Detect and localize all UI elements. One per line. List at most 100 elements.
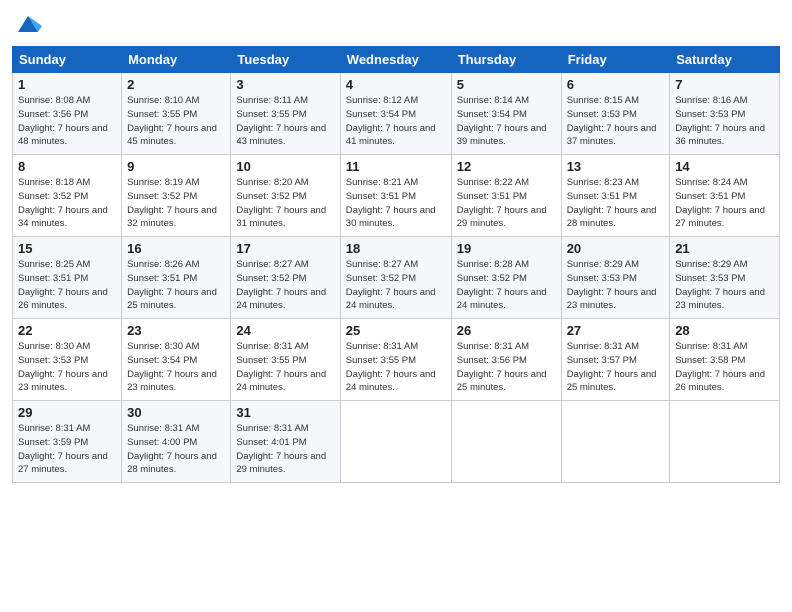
calendar-cell: 23 Sunrise: 8:30 AMSunset: 3:54 PMDayligh… <box>122 319 231 401</box>
day-number: 4 <box>346 77 446 92</box>
calendar-cell: 20 Sunrise: 8:29 AMSunset: 3:53 PMDayligh… <box>561 237 670 319</box>
calendar-cell: 12 Sunrise: 8:22 AMSunset: 3:51 PMDayligh… <box>451 155 561 237</box>
calendar-cell: 6 Sunrise: 8:15 AMSunset: 3:53 PMDaylight… <box>561 73 670 155</box>
day-number: 10 <box>236 159 334 174</box>
weekday-header-friday: Friday <box>561 47 670 73</box>
day-number: 17 <box>236 241 334 256</box>
day-info: Sunrise: 8:29 AMSunset: 3:53 PMDaylight:… <box>567 259 657 311</box>
day-number: 6 <box>567 77 665 92</box>
header <box>12 10 780 38</box>
calendar-cell <box>451 401 561 483</box>
calendar-cell: 28 Sunrise: 8:31 AMSunset: 3:58 PMDayligh… <box>670 319 780 401</box>
day-info: Sunrise: 8:31 AMSunset: 3:55 PMDaylight:… <box>346 341 436 393</box>
calendar-cell: 22Sunrise: 8:30 AMSunset: 3:53 PMDayligh… <box>13 319 122 401</box>
day-number: 20 <box>567 241 665 256</box>
day-number: 5 <box>457 77 556 92</box>
day-info: Sunrise: 8:28 AMSunset: 3:52 PMDaylight:… <box>457 259 547 311</box>
day-number: 30 <box>127 405 225 420</box>
day-number: 13 <box>567 159 665 174</box>
day-info: Sunrise: 8:31 AMSunset: 3:57 PMDaylight:… <box>567 341 657 393</box>
calendar-cell: 24 Sunrise: 8:31 AMSunset: 3:55 PMDayligh… <box>231 319 340 401</box>
calendar-cell <box>340 401 451 483</box>
day-info: Sunrise: 8:29 AMSunset: 3:53 PMDaylight:… <box>675 259 765 311</box>
calendar-cell: 27 Sunrise: 8:31 AMSunset: 3:57 PMDayligh… <box>561 319 670 401</box>
day-number: 19 <box>457 241 556 256</box>
day-info: Sunrise: 8:23 AMSunset: 3:51 PMDaylight:… <box>567 177 657 229</box>
calendar-cell: 8 Sunrise: 8:18 AMSunset: 3:52 PMDaylight… <box>13 155 122 237</box>
calendar-cell: 4 Sunrise: 8:12 AMSunset: 3:54 PMDaylight… <box>340 73 451 155</box>
day-number: 29 <box>18 405 116 420</box>
calendar-cell: 17 Sunrise: 8:27 AMSunset: 3:52 PMDayligh… <box>231 237 340 319</box>
day-info: Sunrise: 8:31 AMSunset: 3:58 PMDaylight:… <box>675 341 765 393</box>
weekday-header-thursday: Thursday <box>451 47 561 73</box>
calendar-cell: 5 Sunrise: 8:14 AMSunset: 3:54 PMDaylight… <box>451 73 561 155</box>
logo <box>12 10 42 38</box>
day-info: Sunrise: 8:31 AMSunset: 4:00 PMDaylight:… <box>127 423 217 475</box>
calendar-cell <box>670 401 780 483</box>
calendar-page: SundayMondayTuesdayWednesdayThursdayFrid… <box>0 0 792 612</box>
calendar-cell: 11 Sunrise: 8:21 AMSunset: 3:51 PMDayligh… <box>340 155 451 237</box>
day-info: Sunrise: 8:27 AMSunset: 3:52 PMDaylight:… <box>346 259 436 311</box>
day-info: Sunrise: 8:12 AMSunset: 3:54 PMDaylight:… <box>346 95 436 147</box>
weekday-header-saturday: Saturday <box>670 47 780 73</box>
day-info: Sunrise: 8:22 AMSunset: 3:51 PMDaylight:… <box>457 177 547 229</box>
day-number: 8 <box>18 159 116 174</box>
calendar-cell: 18 Sunrise: 8:27 AMSunset: 3:52 PMDayligh… <box>340 237 451 319</box>
day-info: Sunrise: 8:30 AMSunset: 3:53 PMDaylight:… <box>18 341 108 393</box>
day-info: Sunrise: 8:30 AMSunset: 3:54 PMDaylight:… <box>127 341 217 393</box>
day-info: Sunrise: 8:10 AMSunset: 3:55 PMDaylight:… <box>127 95 217 147</box>
calendar-cell: 29 Sunrise: 8:31 AMSunset: 3:59 PMDayligh… <box>13 401 122 483</box>
day-info: Sunrise: 8:14 AMSunset: 3:54 PMDaylight:… <box>457 95 547 147</box>
calendar-cell: 14 Sunrise: 8:24 AMSunset: 3:51 PMDayligh… <box>670 155 780 237</box>
logo-icon <box>14 10 42 38</box>
calendar-cell: 16 Sunrise: 8:26 AMSunset: 3:51 PMDayligh… <box>122 237 231 319</box>
calendar-cell: 2 Sunrise: 8:10 AMSunset: 3:55 PMDaylight… <box>122 73 231 155</box>
calendar-cell: 15Sunrise: 8:25 AMSunset: 3:51 PMDayligh… <box>13 237 122 319</box>
day-number: 28 <box>675 323 774 338</box>
day-number: 16 <box>127 241 225 256</box>
day-number: 31 <box>236 405 334 420</box>
day-info: Sunrise: 8:19 AMSunset: 3:52 PMDaylight:… <box>127 177 217 229</box>
day-info: Sunrise: 8:31 AMSunset: 3:55 PMDaylight:… <box>236 341 326 393</box>
day-number: 7 <box>675 77 774 92</box>
day-number: 21 <box>675 241 774 256</box>
calendar-cell: 25 Sunrise: 8:31 AMSunset: 3:55 PMDayligh… <box>340 319 451 401</box>
calendar-table: SundayMondayTuesdayWednesdayThursdayFrid… <box>12 46 780 483</box>
day-number: 27 <box>567 323 665 338</box>
day-info: Sunrise: 8:15 AMSunset: 3:53 PMDaylight:… <box>567 95 657 147</box>
weekday-header-wednesday: Wednesday <box>340 47 451 73</box>
calendar-cell: 21 Sunrise: 8:29 AMSunset: 3:53 PMDayligh… <box>670 237 780 319</box>
day-info: Sunrise: 8:27 AMSunset: 3:52 PMDaylight:… <box>236 259 326 311</box>
day-info: Sunrise: 8:26 AMSunset: 3:51 PMDaylight:… <box>127 259 217 311</box>
day-number: 18 <box>346 241 446 256</box>
calendar-cell: 10 Sunrise: 8:20 AMSunset: 3:52 PMDayligh… <box>231 155 340 237</box>
calendar-cell: 1Sunrise: 8:08 AMSunset: 3:56 PMDaylight… <box>13 73 122 155</box>
day-info: Sunrise: 8:31 AMSunset: 3:59 PMDaylight:… <box>18 423 108 475</box>
day-info: Sunrise: 8:31 AMSunset: 4:01 PMDaylight:… <box>236 423 326 475</box>
day-number: 12 <box>457 159 556 174</box>
day-number: 14 <box>675 159 774 174</box>
calendar-cell: 19 Sunrise: 8:28 AMSunset: 3:52 PMDayligh… <box>451 237 561 319</box>
day-info: Sunrise: 8:20 AMSunset: 3:52 PMDaylight:… <box>236 177 326 229</box>
day-info: Sunrise: 8:18 AMSunset: 3:52 PMDaylight:… <box>18 177 108 229</box>
weekday-header-monday: Monday <box>122 47 231 73</box>
day-number: 24 <box>236 323 334 338</box>
calendar-cell: 31 Sunrise: 8:31 AMSunset: 4:01 PMDayligh… <box>231 401 340 483</box>
day-number: 3 <box>236 77 334 92</box>
day-number: 11 <box>346 159 446 174</box>
calendar-cell: 30 Sunrise: 8:31 AMSunset: 4:00 PMDayligh… <box>122 401 231 483</box>
day-number: 23 <box>127 323 225 338</box>
calendar-cell: 7 Sunrise: 8:16 AMSunset: 3:53 PMDaylight… <box>670 73 780 155</box>
day-info: Sunrise: 8:31 AMSunset: 3:56 PMDaylight:… <box>457 341 547 393</box>
day-info: Sunrise: 8:08 AMSunset: 3:56 PMDaylight:… <box>18 95 108 147</box>
day-info: Sunrise: 8:21 AMSunset: 3:51 PMDaylight:… <box>346 177 436 229</box>
calendar-cell: 3Sunrise: 8:11 AMSunset: 3:55 PMDaylight… <box>231 73 340 155</box>
day-info: Sunrise: 8:16 AMSunset: 3:53 PMDaylight:… <box>675 95 765 147</box>
day-number: 2 <box>127 77 225 92</box>
calendar-cell: 13 Sunrise: 8:23 AMSunset: 3:51 PMDayligh… <box>561 155 670 237</box>
day-info: Sunrise: 8:24 AMSunset: 3:51 PMDaylight:… <box>675 177 765 229</box>
calendar-cell: 26Sunrise: 8:31 AMSunset: 3:56 PMDayligh… <box>451 319 561 401</box>
day-number: 15 <box>18 241 116 256</box>
calendar-cell <box>561 401 670 483</box>
day-number: 25 <box>346 323 446 338</box>
